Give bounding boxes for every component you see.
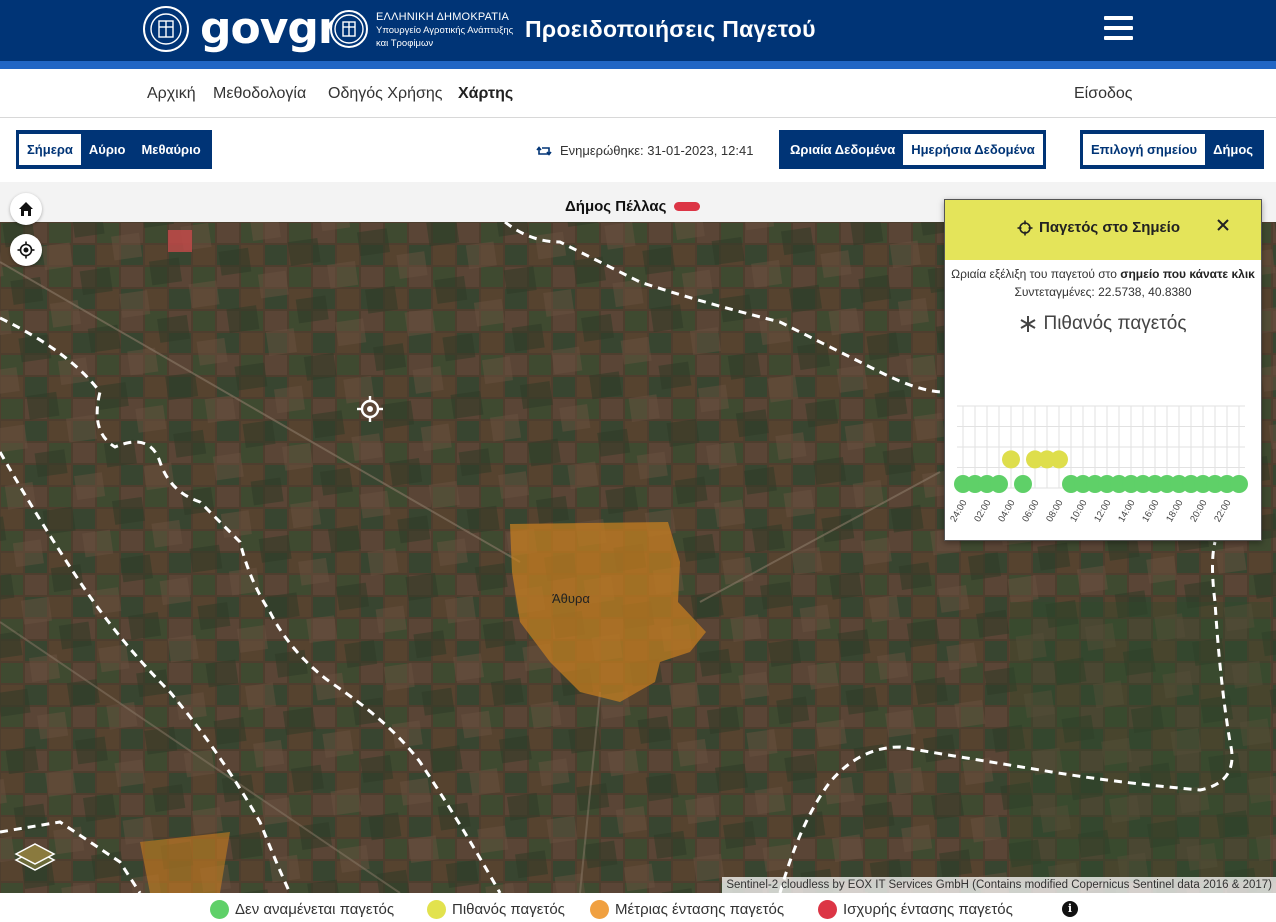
hourly-frost-chart: 24:00 02:00 04:00 06:00 08:00 10:00 12:00 14:00… (948, 405, 1248, 524)
header-stripe (0, 61, 1276, 69)
close-icon[interactable] (1215, 217, 1231, 233)
data-type-selector: Ωριαία Δεδομένα Ημερήσια Δεδομένα (779, 130, 1046, 169)
popup-frost-status: Πιθανός παγετός (945, 313, 1261, 335)
chart-tick-label: 12:00 (1092, 498, 1113, 524)
point-frost-popup: Παγετός στο Σημείο Ωριαία εξέλιξη του πα… (944, 199, 1262, 541)
greek-emblem-icon (143, 6, 189, 52)
day-tomorrow-button[interactable]: Αύριο (81, 134, 134, 165)
legend-label: Πιθανός παγετός (452, 901, 565, 918)
legend-dot (590, 900, 609, 919)
popup-header: Παγετός στο Σημείο (945, 200, 1261, 260)
login-link[interactable]: Είσοδος (1074, 85, 1133, 103)
popup-title-text: Παγετός στο Σημείο (1039, 219, 1180, 236)
home-button[interactable] (10, 193, 42, 225)
popup-coordinates: Συντεταγμένες: 22.5738, 40.8380 (1014, 285, 1192, 299)
chart-point-2300[interactable] (1230, 475, 1248, 493)
chart-tick-label: 14:00 (1116, 498, 1137, 524)
chart-tick-label: 20:00 (1188, 498, 1209, 524)
chart-tick-label: 22:00 (1212, 498, 1233, 524)
popup-desc-prefix: Ωριαία εξέλιξη του παγετού στο (951, 267, 1121, 281)
day-today-button[interactable]: Σήμερα (19, 134, 81, 165)
main-nav: Αρχική Μεθοδολογία Οδηγός Χρήσης Χάρτης … (0, 69, 1276, 118)
chart-point-0300[interactable] (990, 475, 1008, 493)
chart-tick-label: 10:00 (1068, 498, 1089, 524)
chart-point-0400[interactable] (1002, 450, 1020, 469)
chart-tick-label: 06:00 (1020, 498, 1041, 524)
popup-status-text: Πιθανός παγετός (1043, 313, 1187, 334)
last-updated: Ενημερώθηκε: 31-01-2023, 12:41 (536, 143, 753, 158)
hourly-data-button[interactable]: Ωριαία Δεδομένα (782, 134, 903, 165)
chart-point-0500[interactable] (1014, 475, 1032, 493)
legend-label: Ισχυρής έντασης παγετός (843, 901, 1013, 918)
selection-mode-selector: Επιλογή σημείου Δήμος (1080, 130, 1265, 169)
locate-icon (17, 241, 35, 259)
map-municipality-title: Δήμος Πέλλας (565, 198, 701, 215)
day-selector: Σήμερα Αύριο Μεθαύριο (16, 130, 212, 169)
chart-tick-label: 24:00 (948, 498, 969, 524)
top-header: govgr ΕΛΛΗΝΙΚΗ ΔΗΜΟΚΡΑΤΙΑ Υπουργείο Αγρο… (0, 0, 1276, 61)
menu-icon[interactable] (1104, 16, 1133, 40)
ministry-name: ΕΛΛΗΝΙΚΗ ΔΗΜΟΚΡΑΤΙΑ Υπουργείο Αγροτικής … (376, 11, 514, 49)
popup-description: Ωριαία εξέλιξη του παγετού στο σημείο πο… (945, 260, 1261, 284)
updated-text: Ενημερώθηκε: 31-01-2023, 12:41 (560, 143, 754, 158)
chart-point-0800[interactable] (1050, 450, 1068, 469)
popup-desc-bold: σημείο που κάνατε κλικ (1120, 267, 1255, 281)
municipality-name: Δήμος Πέλλας (565, 198, 667, 215)
site-title: Προειδοποιήσεις Παγετού (525, 16, 816, 42)
chart-tick-label: 04:00 (996, 498, 1017, 524)
legend-label: Δεν αναμένεται παγετός (235, 901, 395, 918)
legend-item-no-frost: Δεν αναμένεται παγετός (210, 900, 394, 919)
legend-dot (818, 900, 837, 919)
place-label: Άθυρα (552, 591, 590, 606)
chart-tick-label: 08:00 (1044, 498, 1065, 524)
frost-legend: Δεν αναμένεται παγετός Πιθανός παγετός Μ… (0, 893, 1276, 922)
legend-label: Μέτριας έντασης παγετός (615, 901, 785, 918)
crosshair-icon (1017, 220, 1033, 235)
info-icon[interactable]: i (1062, 901, 1078, 917)
map-controls: Σήμερα Αύριο Μεθαύριο Ενημερώθηκε: 31-01… (0, 118, 1276, 182)
ministry-emblem-icon (330, 10, 368, 48)
legend-item-severe-frost: Ισχυρής έντασης παγετός (818, 900, 1013, 919)
govgr-logo[interactable]: govgr (200, 3, 340, 54)
map-attribution: Sentinel-2 cloudless by EOX IT Services … (722, 877, 1276, 893)
legend-item-possible-frost: Πιθανός παγετός (427, 900, 565, 919)
crosshair-marker-icon[interactable] (357, 396, 383, 422)
home-icon (19, 202, 33, 216)
municipality-status-badge (674, 202, 701, 211)
chart-tick-label: 16:00 (1140, 498, 1161, 524)
nav-methodology[interactable]: Μεθοδολογία (213, 85, 306, 103)
nav-home[interactable]: Αρχική (147, 85, 196, 103)
daily-data-button[interactable]: Ημερήσια Δεδομένα (903, 134, 1043, 165)
locate-button[interactable] (10, 234, 42, 266)
snowflake-icon (1020, 316, 1036, 332)
municipality-button[interactable]: Δήμος (1205, 134, 1261, 165)
legend-item-moderate-frost: Μέτριας έντασης παγετός (590, 900, 784, 919)
nav-user-guide[interactable]: Οδηγός Χρήσης (328, 85, 442, 103)
legend-dot (427, 900, 446, 919)
layers-icon[interactable] (12, 838, 58, 876)
chart-tick-label: 02:00 (972, 498, 993, 524)
refresh-icon[interactable] (536, 144, 552, 158)
day-after-tomorrow-button[interactable]: Μεθαύριο (133, 134, 208, 165)
select-point-button[interactable]: Επιλογή σημείου (1083, 134, 1206, 165)
popup-title: Παγετός στο Σημείο (1017, 219, 1180, 236)
legend-dot (210, 900, 229, 919)
chart-tick-label: 18:00 (1164, 498, 1185, 524)
nav-map[interactable]: Χάρτης (458, 85, 513, 103)
